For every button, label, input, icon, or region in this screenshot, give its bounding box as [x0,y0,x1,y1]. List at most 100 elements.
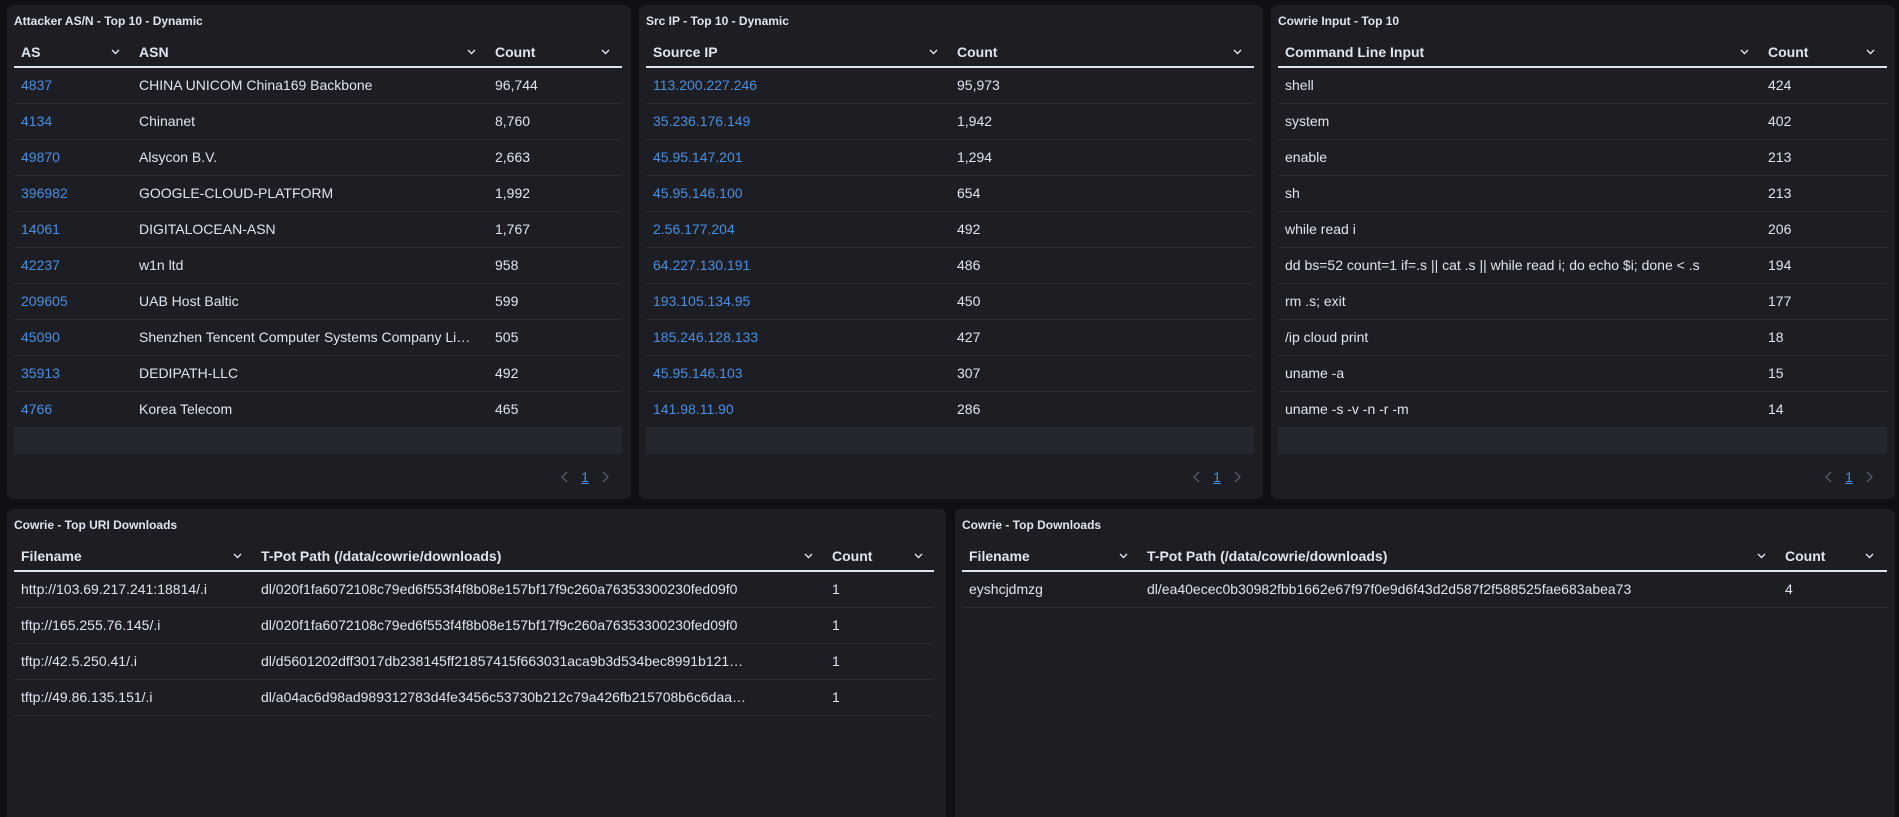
chevron-down-icon[interactable] [233,553,242,561]
table-cell: system [1285,113,1330,129]
column-header[interactable]: Filename [962,542,1116,570]
pagination: 1 [558,467,618,487]
input-panel: Cowrie Input - Top 10 Command Line Input… [1271,5,1895,499]
table-cell: 492 [495,365,519,381]
table-row: tftp://49.86.135.151/.i dl/a04ac6d98ad989… [14,680,934,716]
table-row: 35913 DEDIPATH-LLC 492 [14,356,622,392]
table-cell-link[interactable]: 49870 [14,140,126,175]
srcip-panel: Src IP - Top 10 - Dynamic Source IP Count… [639,5,1263,499]
table-cell: 95,973 [957,77,1000,93]
table-cell: 450 [957,293,981,309]
chevron-down-icon[interactable] [929,49,938,57]
page-number[interactable]: 1 [1842,467,1856,487]
asn-panel: Attacker AS/N - Top 10 - Dynamic AS ASN Co… [7,5,631,499]
chevron-down-icon[interactable] [1757,553,1766,561]
table-cell-link[interactable]: 209605 [14,284,126,319]
table-row: 185.246.128.133 427 [646,320,1254,356]
column-header[interactable]: Command Line Input [1278,38,1737,66]
table-cell: enable [1285,149,1328,165]
table-cell-link[interactable]: 35913 [14,356,126,391]
table-cell: rm .s; exit [1285,293,1346,309]
table-cell-link[interactable]: 45.95.146.103 [646,356,942,391]
table-header: Command Line Input Count [1278,38,1887,68]
table-row: rm .s; exit 177 [1278,284,1887,320]
pagination: 1 [1190,467,1250,487]
column-header[interactable]: Filename [14,542,230,570]
table-cell: 213 [1768,185,1792,201]
chevron-right-icon[interactable] [598,469,612,485]
column-header[interactable]: Count [1761,38,1863,66]
table-cell-link[interactable]: 45.95.147.201 [646,140,942,175]
table-cell-link[interactable]: 64.227.130.191 [646,248,942,283]
table-cell-link[interactable]: 45.95.146.100 [646,176,942,211]
column-header[interactable]: Source IP [646,38,926,66]
chevron-down-icon[interactable] [467,49,476,57]
chevron-down-icon[interactable] [1865,553,1874,561]
table-cell-link[interactable]: 2.56.177.204 [646,212,942,247]
chevron-left-icon[interactable] [558,469,572,485]
table-cell-link[interactable]: 185.246.128.133 [646,320,942,355]
table-header: AS ASN Count [14,38,622,68]
table-cell: 1,942 [957,113,993,129]
table-cell-link[interactable]: 45090 [14,320,126,355]
chevron-down-icon[interactable] [1119,553,1128,561]
table-cell: 4 [1785,581,1793,597]
table-row: eyshcjdmzg dl/ea40ecec0b30982fbb1662e67f9… [962,572,1887,608]
table-cell-link[interactable]: 4766 [14,392,126,427]
table-cell: 14 [1768,401,1784,417]
chevron-down-icon[interactable] [1233,49,1242,57]
table-cell-link[interactable]: 193.105.134.95 [646,284,942,319]
table-cell: 505 [495,329,519,345]
page-number[interactable]: 1 [578,467,592,487]
table-row: while read i 206 [1278,212,1887,248]
table-cell-link[interactable]: 4134 [14,104,126,139]
chevron-down-icon[interactable] [1740,49,1749,57]
page-number[interactable]: 1 [1210,467,1224,487]
chevron-down-icon[interactable] [601,49,610,57]
table-cell-link[interactable]: 35.236.176.149 [646,104,942,139]
table-cell: while read i [1285,221,1356,237]
chevron-down-icon[interactable] [111,49,120,57]
chevron-right-icon[interactable] [1230,469,1244,485]
table-cell: 1,992 [495,185,531,201]
column-header[interactable]: T-Pot Path (/data/cowrie/downloads) [1140,542,1754,570]
table-row: enable 213 [1278,140,1887,176]
table-cell-link[interactable]: 113.200.227.246 [646,68,942,103]
table-cell-link[interactable]: 4837 [14,68,126,103]
column-header[interactable]: AS [14,38,108,66]
table-footer [646,428,1254,454]
table-cell: 1,767 [495,221,531,237]
table-cell: 599 [495,293,519,309]
table-cell-link[interactable]: 141.98.11.90 [646,392,942,427]
column-header[interactable]: ASN [132,38,464,66]
table-cell: 307 [957,365,981,381]
table-cell: 15 [1768,365,1784,381]
chevron-down-icon[interactable] [1866,49,1875,57]
table-row: 45.95.147.201 1,294 [646,140,1254,176]
table-cell: 1,294 [957,149,993,165]
downloads-panel: Cowrie - Top Downloads Filename T-Pot Pat… [955,509,1895,817]
column-header[interactable]: Count [488,38,598,66]
table-row: 45.95.146.103 307 [646,356,1254,392]
column-header[interactable]: Count [1778,542,1862,570]
chevron-right-icon[interactable] [1862,469,1876,485]
chevron-left-icon[interactable] [1190,469,1204,485]
table-cell: DEDIPATH-LLC [139,365,239,381]
table-row: tftp://165.255.76.145/.i dl/020f1fa607210… [14,608,934,644]
table-cell: 177 [1768,293,1792,309]
chevron-down-icon[interactable] [804,553,813,561]
table-cell: tftp://165.255.76.145/.i [21,617,161,633]
table-cell: uname -s -v -n -r -m [1285,401,1409,417]
column-header[interactable]: Count [825,542,911,570]
table-cell-link[interactable]: 14061 [14,212,126,247]
column-header[interactable]: Count [950,38,1230,66]
column-header[interactable]: T-Pot Path (/data/cowrie/downloads) [254,542,801,570]
table-cell-link[interactable]: 42237 [14,248,126,283]
table-cell-link[interactable]: 396982 [14,176,126,211]
asn-table: AS ASN Count 4837 CHINA UNICOM China169 Back… [14,38,622,454]
chevron-down-icon[interactable] [914,553,923,561]
table-cell: GOOGLE-CLOUD-PLATFORM [139,185,334,201]
table-row: uname -s -v -n -r -m 14 [1278,392,1887,428]
chevron-left-icon[interactable] [1822,469,1836,485]
table-row: 2.56.177.204 492 [646,212,1254,248]
